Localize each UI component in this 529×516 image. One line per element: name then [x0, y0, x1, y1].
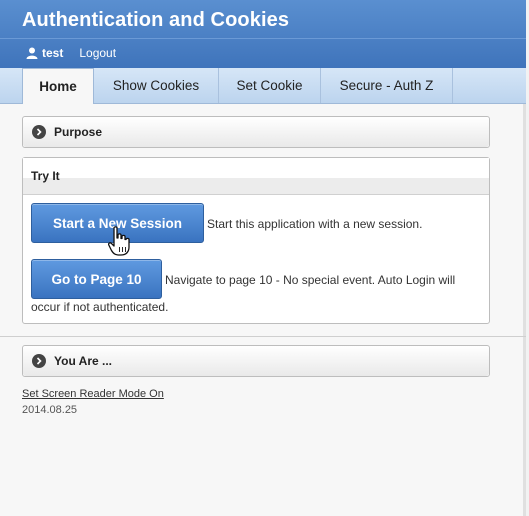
chevron-right-icon: [32, 354, 46, 368]
you-are-panel: You Are ...: [22, 345, 490, 377]
version-date: 2014.08.25: [22, 404, 78, 416]
user-icon: [26, 47, 38, 59]
header-divider: [0, 38, 526, 39]
page10-description-line1: Navigate to page 10 - No special event. …: [165, 273, 456, 287]
go-to-page-10-button[interactable]: Go to Page 10: [31, 259, 162, 299]
page10-description-line2: occur if not authenticated.: [31, 300, 169, 314]
user-bar: test Logout: [26, 44, 116, 62]
screen-reader-mode-link[interactable]: Set Screen Reader Mode On: [22, 388, 164, 400]
section-divider: [0, 336, 526, 337]
you-are-panel-title: You Are ...: [54, 354, 113, 368]
tab-bar: Home Show Cookies Set Cookie Secure - Au…: [0, 68, 526, 104]
tab-set-cookie[interactable]: Set Cookie: [219, 68, 321, 103]
app-header: Authentication and Cookies test Logout: [0, 0, 526, 69]
purpose-panel-header[interactable]: Purpose: [23, 117, 489, 147]
logout-link[interactable]: Logout: [79, 46, 116, 60]
tab-show-cookies[interactable]: Show Cookies: [94, 68, 219, 103]
start-session-description: Start this application with a new sessio…: [207, 217, 423, 231]
page: Authentication and Cookies test Logout H…: [0, 0, 526, 516]
tab-home[interactable]: Home: [22, 68, 94, 104]
you-are-panel-header[interactable]: You Are ...: [23, 346, 489, 376]
hand-pointer-icon: [107, 226, 130, 256]
purpose-panel: Purpose: [22, 116, 490, 148]
try-it-panel-title: Try It: [23, 158, 489, 195]
purpose-panel-title: Purpose: [54, 125, 103, 139]
user-name: test: [42, 46, 64, 60]
app-title: Authentication and Cookies: [22, 9, 290, 31]
tab-secure-auth-z[interactable]: Secure - Auth Z: [321, 68, 453, 103]
chevron-right-icon: [32, 125, 46, 139]
